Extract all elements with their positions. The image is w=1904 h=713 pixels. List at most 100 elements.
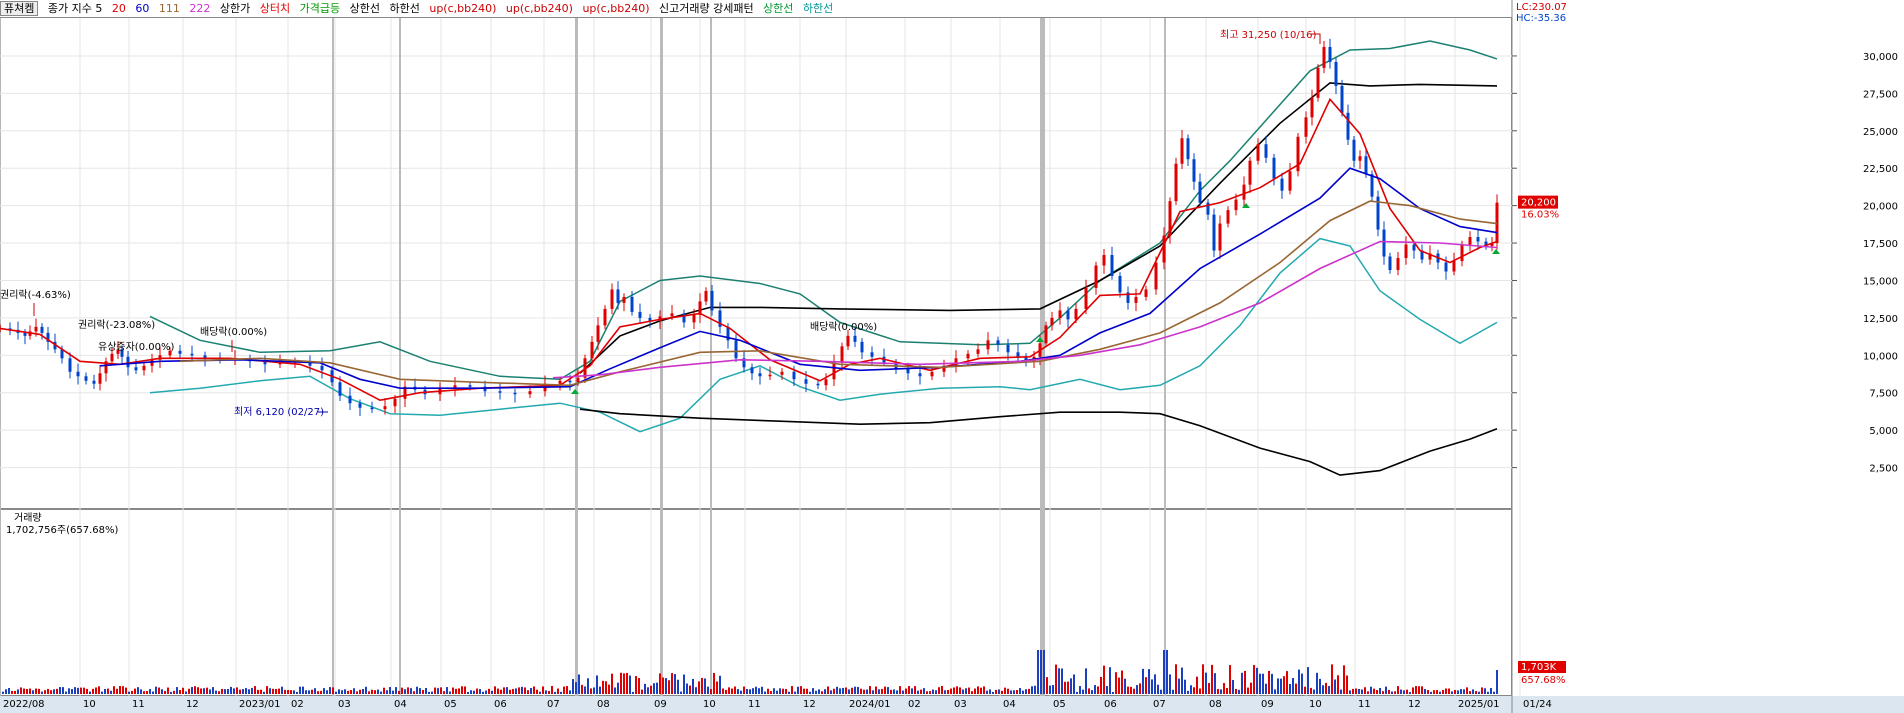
y-tick-label: 5,000 xyxy=(1869,426,1898,437)
event-separator xyxy=(332,18,334,696)
volume-bar xyxy=(1490,687,1492,694)
candle-body xyxy=(1358,156,1362,161)
volume-bar xyxy=(1292,678,1294,694)
indicator-label[interactable]: up(c,bb240) xyxy=(506,2,573,15)
volume-bar xyxy=(536,689,538,694)
volume-bar xyxy=(185,691,187,694)
volume-bar xyxy=(707,686,709,694)
ticker-button[interactable]: 퓨쳐켐 xyxy=(0,1,39,16)
volume-bar xyxy=(824,689,826,694)
ma-60-label[interactable]: 60 xyxy=(135,2,149,15)
volume-bar xyxy=(1466,687,1468,694)
x-tick-label: 08 xyxy=(1209,699,1222,710)
candle-body xyxy=(966,353,970,359)
volume-bar xyxy=(731,688,733,694)
volume-bar xyxy=(905,688,907,694)
candle-body xyxy=(976,349,980,354)
upper-limit-label[interactable]: 상한가 xyxy=(220,2,250,15)
ma-222-label[interactable]: 222 xyxy=(189,2,210,15)
volume-bar xyxy=(74,687,76,694)
volume-bar xyxy=(1481,687,1483,694)
volume-bar xyxy=(575,682,577,694)
volume-bar xyxy=(347,690,349,694)
volume-bar xyxy=(728,687,730,694)
indicator-label[interactable]: 하한선 xyxy=(389,2,419,15)
candle-body xyxy=(670,313,674,317)
y-tick-label: 12,500 xyxy=(1863,314,1898,325)
x-tick-label: 03 xyxy=(338,699,351,710)
indicator-label[interactable]: 신고거래량 강세패턴 xyxy=(659,2,754,15)
volume-bar xyxy=(476,688,478,694)
indicator-label[interactable]: 가격급등 xyxy=(300,2,340,15)
volume-bar xyxy=(560,691,562,694)
volume-bar xyxy=(779,688,781,694)
volume-bar xyxy=(965,688,967,694)
volume-bar xyxy=(566,686,568,694)
ma-111-label[interactable]: 111 xyxy=(159,2,180,15)
volume-bar xyxy=(335,691,337,694)
volume-bar xyxy=(911,688,913,694)
volume-bar xyxy=(95,687,97,694)
indicator-label[interactable]: up(c,bb240) xyxy=(429,2,496,15)
volume-bar xyxy=(479,689,481,694)
volume-bar xyxy=(200,688,202,694)
candle-body xyxy=(1154,262,1158,290)
volume-bar xyxy=(1379,688,1381,694)
volume-bar xyxy=(242,689,244,694)
ma-20-label[interactable]: 20 xyxy=(112,2,126,15)
volume-bar xyxy=(752,688,754,694)
volume-bar xyxy=(653,683,655,694)
indicator-label[interactable]: 상한선 xyxy=(763,2,793,15)
volume-bar xyxy=(914,686,916,694)
price-panel xyxy=(0,17,1512,509)
volume-bar xyxy=(452,687,454,694)
candle-body xyxy=(1452,261,1456,272)
x-tick-label: 03 xyxy=(954,699,967,710)
x-tick-label: 2022/08 xyxy=(3,699,45,710)
volume-bar xyxy=(719,675,721,694)
volume-bar xyxy=(689,685,691,694)
volume-bar xyxy=(1127,686,1129,694)
candle-body xyxy=(1162,235,1166,263)
volume-bar xyxy=(1421,686,1423,694)
volume-bar xyxy=(1316,672,1318,694)
volume-bar xyxy=(1241,672,1243,694)
volume-bar xyxy=(1196,676,1198,694)
volume-bar xyxy=(14,690,16,694)
x-tick-label: 12 xyxy=(803,699,816,710)
volume-bar xyxy=(194,686,196,694)
volume-bar xyxy=(296,691,298,694)
volume-bar xyxy=(1304,686,1306,694)
volume-bar xyxy=(1364,687,1366,694)
indicator-label[interactable]: 상한선 xyxy=(350,2,380,15)
volume-bar xyxy=(1154,674,1156,694)
volume-bar xyxy=(854,686,856,694)
volume-bar xyxy=(1433,690,1435,694)
volume-bar xyxy=(623,673,625,694)
indicator-label[interactable]: up(c,bb240) xyxy=(582,2,649,15)
y-tick-label: 7,500 xyxy=(1869,389,1898,400)
volume-bar xyxy=(1076,691,1078,694)
x-tick-label: 06 xyxy=(1104,699,1117,710)
candle-body xyxy=(1226,210,1230,224)
candle-body xyxy=(1382,229,1386,257)
volume-bar xyxy=(1061,668,1063,694)
volume-bar xyxy=(110,690,112,694)
volume-bar xyxy=(788,691,790,694)
volume-bar xyxy=(869,686,871,694)
volume-bar xyxy=(179,689,181,694)
volume-bar xyxy=(1280,678,1282,694)
indicator-label[interactable]: 상터치 xyxy=(260,2,290,15)
volume-bar xyxy=(1337,675,1339,694)
candle-body xyxy=(558,380,562,384)
candle-body xyxy=(1272,157,1276,179)
volume-bar xyxy=(1217,689,1219,694)
volume-bar xyxy=(1235,688,1237,694)
candle-body xyxy=(622,296,626,303)
volume-bar xyxy=(680,691,682,694)
volume-bar xyxy=(1184,679,1186,694)
volume-bar xyxy=(1361,689,1363,694)
indicator-label[interactable]: 하한선 xyxy=(803,2,833,15)
volume-bar xyxy=(1265,683,1267,694)
volume-bar xyxy=(197,687,199,694)
